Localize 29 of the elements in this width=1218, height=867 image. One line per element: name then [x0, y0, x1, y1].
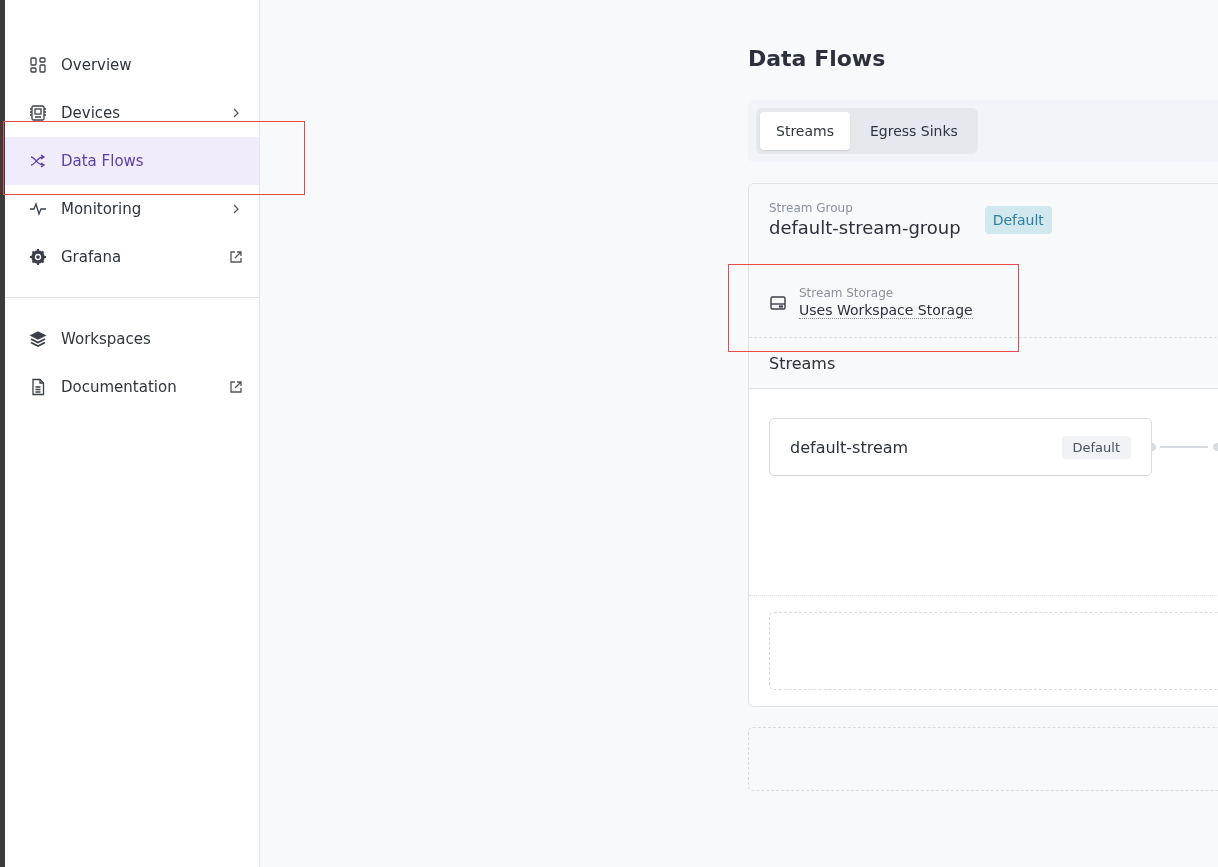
pulse-icon	[29, 200, 47, 218]
section-heading: Streams	[749, 338, 1218, 389]
sidebar-item[interactable]: Grafana	[5, 233, 259, 281]
tab[interactable]: Egress Sinks	[853, 112, 974, 150]
device-icon	[29, 104, 47, 122]
document-icon	[29, 378, 47, 396]
field-caption: Stream Group	[769, 201, 854, 215]
external-link-icon	[229, 380, 243, 394]
sidebar-item[interactable]: Monitoring	[5, 185, 259, 233]
sidebar-item[interactable]: Overview	[5, 41, 259, 89]
sidebar-item[interactable]: Workspaces	[5, 315, 259, 363]
default-tag: Default	[1061, 435, 1131, 459]
storage-drive-icon	[769, 293, 787, 312]
shuffle-icon	[29, 152, 47, 170]
stream-name: default-stream	[790, 437, 909, 457]
group-name: default-stream-group	[769, 217, 961, 238]
tab[interactable]: Streams	[760, 112, 850, 150]
sidebar-item[interactable]: Data Flows	[5, 137, 259, 185]
storage-link[interactable]: Uses Workspace Storage	[799, 302, 973, 319]
grid-icon	[29, 56, 47, 74]
default-tag: Default	[984, 206, 1052, 234]
stream-node[interactable]: default-stream Default	[769, 418, 1152, 476]
layers-icon	[29, 330, 47, 348]
field-caption: Stream Storage	[799, 286, 895, 300]
page-title: Data Flows	[748, 46, 887, 71]
sidebar-item[interactable]: Documentation	[5, 363, 259, 411]
sidebar-item[interactable]: Devices	[5, 89, 259, 137]
gear-icon	[29, 248, 47, 266]
external-link-icon	[229, 250, 243, 264]
